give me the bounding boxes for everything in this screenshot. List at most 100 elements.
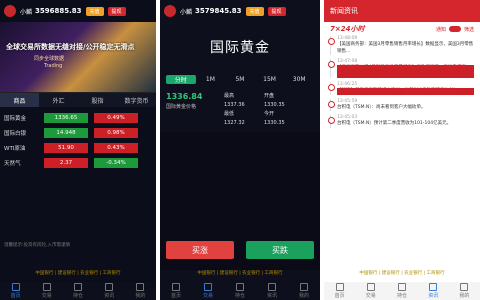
- nav-home[interactable]: 首页: [0, 282, 31, 300]
- price-label: 国际黄金价格: [166, 104, 197, 110]
- news-icon: [268, 283, 276, 291]
- balance: 3579845.83: [195, 7, 242, 15]
- home-icon: [335, 283, 344, 291]
- notify-label: 通知: [435, 26, 446, 33]
- market-row[interactable]: 天然气 2.37 -0.34%: [0, 156, 156, 169]
- nav-home[interactable]: 首页: [160, 282, 192, 300]
- profile-icon: [136, 283, 145, 291]
- news-list: 13:48:09 【美国商务部：美国3月零售销售月率增长】数据显示，美国3月零售…: [324, 36, 480, 128]
- bank-footer: 中国银行 | 建设银行 | 农业银行 | 工商银行: [197, 271, 283, 276]
- nav-trade[interactable]: 交易: [355, 282, 386, 300]
- tab-15m[interactable]: 15M: [255, 76, 285, 83]
- nav-profile[interactable]: 我的: [125, 282, 156, 300]
- tab-forex[interactable]: 外汇: [39, 93, 78, 107]
- recharge-button[interactable]: 充值: [245, 6, 264, 16]
- tab-5m[interactable]: 5M: [225, 76, 255, 83]
- top-bar: 小麟 3596885.83 充值 提现: [0, 0, 156, 22]
- timeframe-tabs: 分时 1M 5M 15M 30M: [160, 72, 320, 86]
- trade-buttons: 买涨 买跌: [160, 241, 320, 259]
- market-name: 国际白银: [4, 130, 27, 137]
- nav-position[interactable]: 持仓: [224, 282, 256, 300]
- tab-commodities[interactable]: 商品: [0, 93, 39, 107]
- trade-icon: [366, 283, 375, 291]
- news-time: 13:46:25: [337, 82, 358, 87]
- tab-1m[interactable]: 1M: [196, 76, 226, 83]
- nav-profile[interactable]: 我的: [449, 282, 480, 300]
- market-change: -0.34%: [94, 157, 138, 168]
- news-item[interactable]: 13:45:03 台积电（TSM.N）预计第二季度营收为101-104亿美元。: [328, 115, 474, 128]
- news-icon: [429, 283, 438, 291]
- nav-news[interactable]: 资讯: [418, 282, 449, 300]
- news-item[interactable]: 13:46:25 【行情】美股盘指期货扩大涨幅，标普500指数期货涨0.6%。: [328, 82, 474, 95]
- market-row[interactable]: 国际黄金 1336.65 0.49%: [0, 111, 156, 124]
- market-row[interactable]: WTI原油 51.90 0.43%: [0, 141, 156, 154]
- hero-subtitle: 同步全球数据: [34, 56, 65, 62]
- market-list: 国际黄金 1336.65 0.49% 国际白银 14.948 0.98% WTI…: [0, 107, 156, 175]
- market-change: 0.98%: [94, 127, 138, 138]
- tab-timeline[interactable]: 分时: [166, 74, 196, 84]
- news-time: 13:48:09: [337, 36, 358, 41]
- position-icon: [398, 283, 406, 291]
- bottom-nav: 首页 交易 持仓 资讯 我的: [0, 282, 156, 300]
- page-title: 国际黄金: [210, 40, 270, 56]
- nav-home[interactable]: 首页: [324, 282, 355, 300]
- avatar[interactable]: [164, 5, 176, 17]
- screen-gold-detail: 小麟 3579845.83 充值 提现 国际黄金 分时 1M 5M 15M 30…: [160, 0, 320, 300]
- news-toolbar: 7×24小时 通知 筛选: [324, 22, 480, 36]
- profile-icon: [300, 283, 308, 291]
- withdraw-button[interactable]: 提现: [107, 6, 126, 16]
- hero-subtitle-2: Trading: [44, 63, 63, 69]
- nav-trade[interactable]: 交易: [192, 282, 224, 300]
- live-brand: 7×24小时: [330, 25, 365, 33]
- market-name: 国际黄金: [4, 115, 27, 122]
- home-icon: [172, 283, 180, 291]
- nav-news[interactable]: 资讯: [256, 282, 288, 300]
- news-text: 台积电（TSM.N）：尚未看到客户大幅砍单。: [337, 104, 426, 110]
- news-time: 13:45:59: [337, 98, 358, 104]
- price-stats: 最高 1337.36开盘 1330.35 最低 1327.32今开 1330.3…: [224, 93, 285, 126]
- withdraw-button[interactable]: 提现: [267, 6, 286, 16]
- price-summary: 1336.84 国际黄金价格 最高 1337.36开盘 1330.35 最低 1…: [160, 86, 320, 128]
- nav-position[interactable]: 持仓: [62, 282, 93, 300]
- username: 小麟: [20, 8, 33, 16]
- news-item[interactable]: 13:45:59 台积电（TSM.N）：尚未看到客户大幅砍单。: [328, 98, 474, 111]
- news-time: 13:45:03: [337, 115, 358, 120]
- balance: 3596885.83: [35, 7, 82, 15]
- tab-30m[interactable]: 30M: [284, 76, 314, 83]
- buy-up-button[interactable]: 买涨: [166, 241, 234, 259]
- notify-toggle[interactable]: [448, 26, 461, 32]
- nav-profile[interactable]: 我的: [288, 282, 320, 300]
- risk-notice: 温馨提示:投资有风险,入市需谨慎: [4, 243, 70, 248]
- news-time: 13:47:08: [337, 59, 358, 64]
- filter-button[interactable]: 筛选: [464, 26, 474, 33]
- hero-title: 全球交易所数据无缝对接/公开稳定无滑点: [6, 43, 135, 51]
- nav-news[interactable]: 资讯: [94, 282, 125, 300]
- market-name: WTI原油: [4, 145, 26, 152]
- market-change: 0.49%: [94, 112, 138, 123]
- news-text: 【美国商务部：美国3月零售销售月率增长】数据显示，美国3月零售销售...: [337, 42, 474, 54]
- tab-crypto[interactable]: 数字货币: [117, 93, 156, 107]
- market-row[interactable]: 国际白银 14.948 0.98%: [0, 126, 156, 139]
- tab-index[interactable]: 股指: [78, 93, 117, 107]
- recharge-button[interactable]: 充值: [85, 6, 104, 16]
- nav-trade[interactable]: 交易: [31, 282, 62, 300]
- bottom-nav: 首页 交易 持仓 资讯 我的: [324, 282, 480, 300]
- trade-icon: [204, 283, 212, 291]
- position-icon: [236, 283, 244, 291]
- screen-market-list: 小麟 3596885.83 充值 提现 全球交易所数据无缝对接/公开稳定无滑点 …: [0, 0, 156, 300]
- buy-down-button[interactable]: 买跌: [246, 241, 314, 259]
- avatar[interactable]: [4, 5, 16, 17]
- username: 小麟: [180, 8, 193, 16]
- bank-footer: 中国银行 | 建设银行 | 农业银行 | 工商银行: [35, 271, 121, 276]
- news-text: 台积电（TSM.N）预计第二季度营收为101-104亿美元。: [337, 121, 452, 126]
- news-item[interactable]: 13:48:09 【美国商务部：美国3月零售销售月率增长】数据显示，美国3月零售…: [328, 36, 474, 55]
- bottom-nav: 首页 交易 持仓 资讯 我的: [160, 282, 320, 300]
- nav-position[interactable]: 持仓: [386, 282, 417, 300]
- category-tabs: 商品 外汇 股指 数字货币: [0, 92, 156, 107]
- screen-news: 新闻资讯 7×24小时 通知 筛选 13:48:09 【美国商务部：美国3月零售…: [324, 0, 480, 300]
- hero-banner[interactable]: 全球交易所数据无缝对接/公开稳定无滑点 同步全球数据 Trading: [0, 22, 156, 92]
- news-text: 【三星宣布公司4月智能手机产量减半】据外媒报道，三星电子宣布...: [337, 65, 474, 78]
- current-price: 1336.84: [166, 92, 203, 101]
- market-price: 2.37: [44, 157, 88, 168]
- news-item[interactable]: 13:47:08 【三星宣布公司4月智能手机产量减半】据外媒报道，三星电子宣布.…: [328, 59, 474, 78]
